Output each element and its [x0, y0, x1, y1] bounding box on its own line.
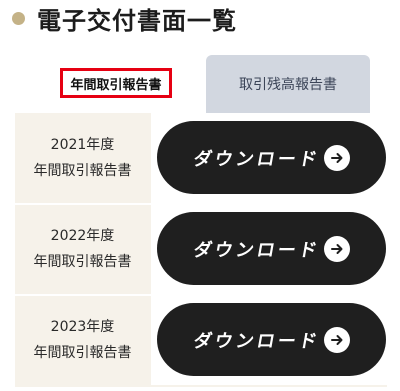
- download-button-label: ダウンロード: [191, 148, 322, 170]
- download-button-label: ダウンロード: [191, 239, 322, 261]
- document-label-cell: 2023年度 年間取引報告書: [15, 295, 150, 385]
- tab-balance-report[interactable]: 取引残高報告書: [206, 55, 370, 113]
- document-type: 年間取引報告書: [33, 254, 132, 270]
- document-year: 2023年度: [50, 319, 115, 335]
- button-cell: ダウンロード: [151, 204, 387, 294]
- download-button[interactable]: ダウンロード: [157, 212, 386, 285]
- table-row: 2022年度 年間取引報告書 ダウンロード: [15, 204, 387, 294]
- arrow-right-circle-icon: [323, 144, 350, 171]
- arrow-right-circle-icon: [323, 235, 350, 262]
- title-bullet: [12, 11, 25, 25]
- document-type: 年間取引報告書: [33, 163, 132, 179]
- page-header: 電子交付書面一覧: [12, 0, 237, 36]
- page-title: 電子交付書面一覧: [37, 6, 237, 35]
- download-button[interactable]: ダウンロード: [157, 303, 386, 376]
- document-table: 2021年度 年間取引報告書 ダウンロード 2022年度 年間取引報告書 ダウン…: [15, 113, 387, 387]
- document-year: 2021年度: [50, 137, 115, 153]
- table-row: 2023年度 年間取引報告書 ダウンロード: [15, 295, 387, 385]
- document-label-cell: 2022年度 年間取引報告書: [15, 204, 150, 294]
- document-label-cell: 2021年度 年間取引報告書: [15, 113, 150, 203]
- arrow-right-circle-icon: [323, 326, 350, 353]
- document-year: 2022年度: [50, 228, 115, 244]
- button-cell: ダウンロード: [151, 295, 387, 385]
- download-button[interactable]: ダウンロード: [157, 121, 386, 194]
- tab-annual-trade-report[interactable]: 年間取引報告書: [60, 68, 172, 98]
- table-row: 2021年度 年間取引報告書 ダウンロード: [15, 113, 387, 203]
- download-button-label: ダウンロード: [191, 330, 322, 352]
- button-cell: ダウンロード: [151, 113, 387, 203]
- document-type: 年間取引報告書: [33, 345, 132, 361]
